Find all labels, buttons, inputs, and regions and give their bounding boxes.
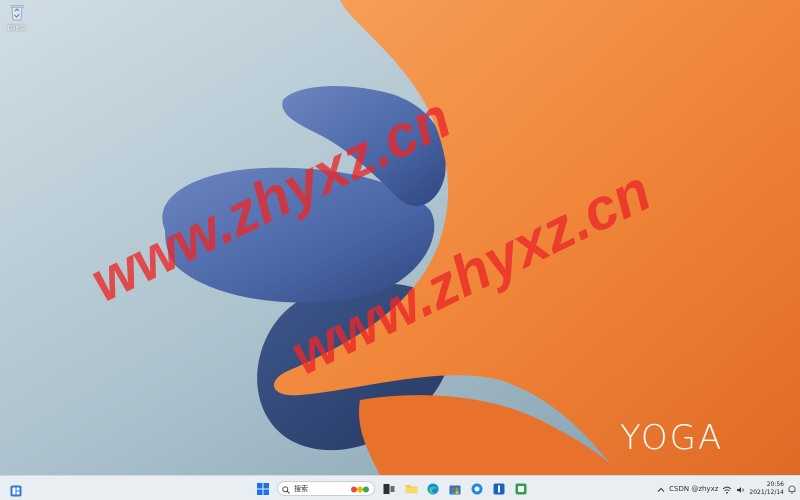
taskbar: 搜索 CSDN @zhyxz 20:56 2021/12/14 xyxy=(0,475,800,500)
search-icon xyxy=(282,479,290,498)
search-placeholder: 搜索 xyxy=(294,484,308,493)
volume-icon[interactable] xyxy=(736,479,745,498)
windows-start-icon[interactable] xyxy=(255,481,271,497)
clock[interactable]: 20:56 2021/12/14 xyxy=(749,481,784,497)
chevron-up-icon[interactable] xyxy=(657,479,665,498)
notification-icon[interactable] xyxy=(788,479,796,498)
app-icon[interactable] xyxy=(491,481,507,497)
taskbar-search-box[interactable]: 搜索 xyxy=(277,481,375,496)
recycle-bin-label: 回收站 xyxy=(7,25,26,32)
wifi-icon[interactable] xyxy=(722,479,732,498)
recycle-bin-icon xyxy=(9,3,25,21)
system-tray: CSDN @zhyxz 20:56 2021/12/14 xyxy=(657,479,796,498)
browser-icon[interactable] xyxy=(469,481,485,497)
task-view-icon[interactable] xyxy=(381,481,397,497)
search-highlight-icon xyxy=(350,479,370,498)
edge-icon[interactable] xyxy=(425,481,441,497)
clock-date: 2021/12/14 xyxy=(749,488,784,496)
brand-logo-text: YOGA xyxy=(620,418,724,458)
app-icon[interactable] xyxy=(513,481,529,497)
taskbar-center: 搜索 xyxy=(255,479,529,498)
store-icon[interactable] xyxy=(447,481,463,497)
widgets-icon[interactable] xyxy=(10,482,22,497)
recycle-bin-shortcut[interactable]: 回收站 xyxy=(2,3,32,32)
folder-icon[interactable] xyxy=(403,481,419,497)
tray-watermark-text: CSDN @zhyxz xyxy=(669,484,719,493)
desktop: 回收站 www.zhyxz.cn www.zhyxz.cn YOGA 搜索 CS… xyxy=(0,0,800,500)
clock-time: 20:56 xyxy=(766,480,784,488)
